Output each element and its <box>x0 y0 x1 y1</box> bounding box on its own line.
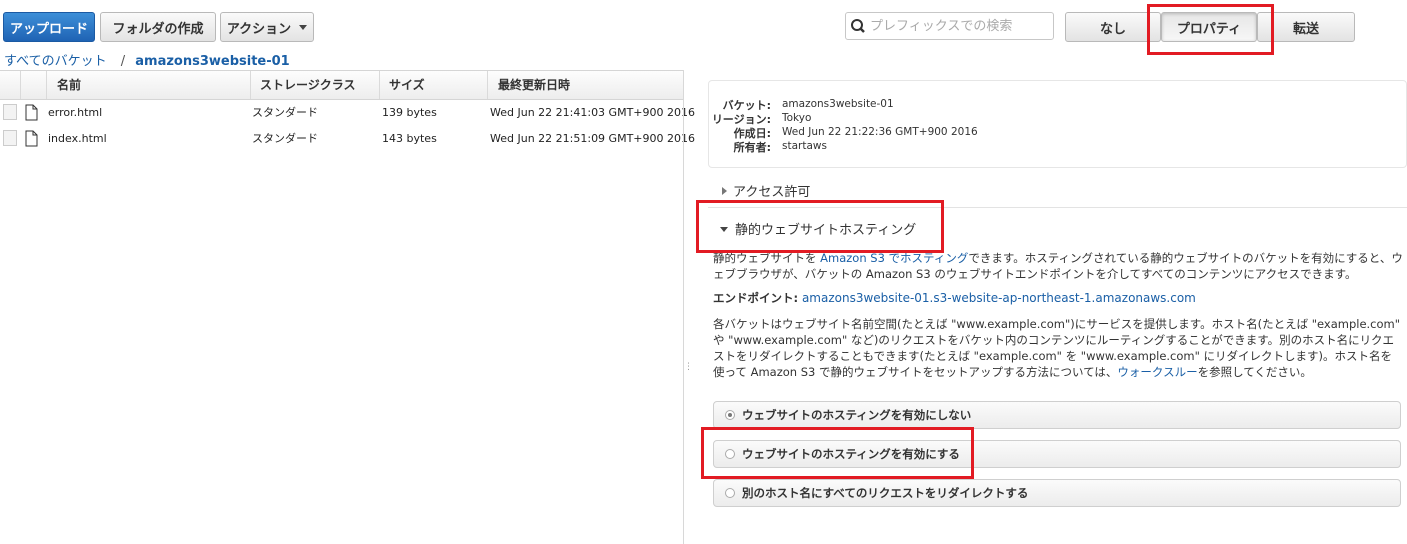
actions-dropdown-button[interactable]: アクション <box>220 12 314 42</box>
column-header-last-modified[interactable]: 最終更新日時 <box>487 71 683 99</box>
hosting-desc-b: を参照してください。 <box>1197 365 1312 379</box>
actions-label: アクション <box>226 21 292 37</box>
radio-redirect-requests[interactable] <box>725 488 735 498</box>
object-table: 名前 ストレージクラス サイズ 最終更新日時 error.html スタンダード… <box>0 70 695 152</box>
hosting-intro-a: 静的ウェブサイトを <box>713 251 821 265</box>
file-name[interactable]: index.html <box>48 126 107 152</box>
prefix-search-box[interactable] <box>845 12 1054 40</box>
file-size: 139 bytes <box>382 106 437 119</box>
endpoint-link[interactable]: amazons3website-01.s3-website-ap-northea… <box>802 291 1196 305</box>
option-disable-hosting-label: ウェブサイトのホスティングを有効にしない <box>742 408 972 422</box>
created-value: Wed Jun 22 21:22:36 GMT+900 2016 <box>782 126 978 138</box>
icon-column-header <box>20 71 46 99</box>
panel-splitter[interactable] <box>683 70 684 544</box>
bucket-value: amazons3website-01 <box>782 98 894 110</box>
breadcrumb-separator: / <box>120 54 126 69</box>
table-header: 名前 ストレージクラス サイズ 最終更新日時 <box>0 70 683 100</box>
endpoint-row: エンドポイント: amazons3website-01.s3-website-a… <box>713 290 1403 306</box>
table-row[interactable]: index.html スタンダード 143 bytes Wed Jun 22 2… <box>0 126 695 152</box>
hosting-intro-text: 静的ウェブサイトを Amazon S3 でホスティングできます。ホスティングされ… <box>713 250 1403 282</box>
file-icon <box>25 104 38 121</box>
prefix-search-input[interactable] <box>868 17 1042 35</box>
table-row[interactable]: error.html スタンダード 139 bytes Wed Jun 22 2… <box>0 100 695 126</box>
search-icon <box>851 19 865 33</box>
row-checkbox[interactable] <box>3 130 17 146</box>
option-redirect-requests-label: 別のホスト名にすべてのリクエストをリダイレクトする <box>742 486 1029 500</box>
region-value: Tokyo <box>782 112 812 124</box>
bucket-properties-box: バケット: amazons3website-01 リージョン: Tokyo 作成… <box>708 80 1407 168</box>
radio-disable-hosting[interactable] <box>725 410 735 420</box>
last-modified: Wed Jun 22 21:41:03 GMT+900 2016 <box>490 106 695 119</box>
file-name[interactable]: error.html <box>48 100 102 126</box>
access-permissions-label: アクセス許可 <box>733 185 811 200</box>
walkthrough-link[interactable]: ウォークスルー <box>1117 365 1197 379</box>
highlight-box-hosting-section <box>696 200 944 253</box>
endpoint-label: エンドポイント: <box>713 291 799 305</box>
breadcrumb: すべてのバケット / amazons3website-01 <box>4 50 290 69</box>
splitter-grip-icon[interactable]: ⋮ <box>684 362 693 372</box>
storage-class: スタンダード <box>252 106 318 119</box>
storage-class: スタンダード <box>252 132 318 145</box>
owner-label: 所有者: <box>733 141 771 154</box>
hosting-description-text: 各バケットはウェブサイト名前空間(たとえば "www.example.com")… <box>713 316 1403 380</box>
column-header-name[interactable]: 名前 <box>46 71 250 99</box>
highlight-box-enable-hosting <box>701 427 974 479</box>
file-size: 143 bytes <box>382 132 437 145</box>
breadcrumb-current-bucket[interactable]: amazons3website-01 <box>135 54 289 69</box>
column-header-storage-class[interactable]: ストレージクラス <box>250 71 379 99</box>
hosting-on-s3-link[interactable]: Amazon S3 でホスティング <box>820 251 968 265</box>
upload-button[interactable]: アップロード <box>3 12 95 42</box>
chevron-right-icon <box>722 187 727 195</box>
option-redirect-requests[interactable]: 別のホスト名にすべてのリクエストをリダイレクトする <box>713 479 1401 507</box>
file-icon <box>25 130 38 147</box>
select-column-header <box>0 71 20 99</box>
highlight-box-properties <box>1147 4 1274 55</box>
row-checkbox[interactable] <box>3 104 17 120</box>
option-disable-hosting[interactable]: ウェブサイトのホスティングを有効にしない <box>713 401 1401 429</box>
create-folder-button[interactable]: フォルダの作成 <box>100 12 216 42</box>
chevron-down-icon <box>299 24 308 30</box>
owner-value: startaws <box>782 140 827 152</box>
column-header-size[interactable]: サイズ <box>379 71 487 99</box>
access-permissions-section[interactable]: アクセス許可 <box>722 181 810 200</box>
breadcrumb-all-buckets-link[interactable]: すべてのバケット <box>4 54 107 69</box>
last-modified: Wed Jun 22 21:51:09 GMT+900 2016 <box>490 132 695 145</box>
